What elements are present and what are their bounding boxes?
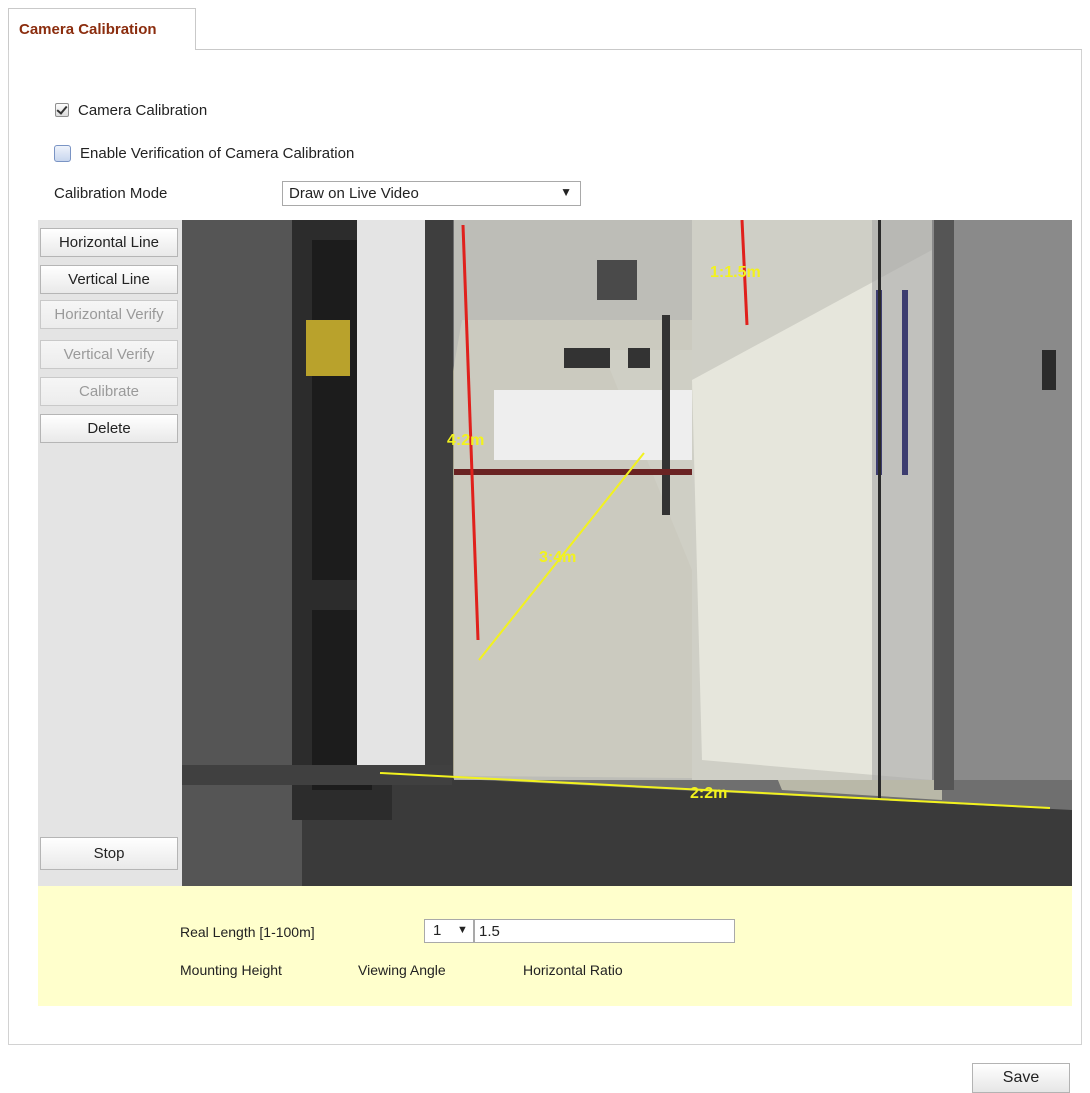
calibration-mode-select[interactable]: Draw on Live Video ▼ [282,181,581,206]
door-handle-right-2 [902,290,908,475]
line-label-2: 2:2m [690,785,727,802]
camera-calibration-checkbox[interactable] [55,103,69,117]
line-label-4: 4:2m [447,432,484,449]
delete-button[interactable]: Delete [40,414,178,443]
horizontal-line-button[interactable]: Horizontal Line [40,228,178,257]
vertical-line-button[interactable]: Vertical Line [40,265,178,294]
calibration-mode-value: Draw on Live Video [289,185,419,202]
enable-verification-label: Enable Verification of Camera Calibratio… [80,144,355,162]
keypad [1042,350,1056,390]
calibration-mode-label: Calibration Mode [54,185,168,202]
tab-label: Camera Calibration [19,21,157,38]
door-edge [878,220,881,800]
calibrate-button[interactable]: Calibrate [40,377,178,406]
camera-calibration-label: Camera Calibration [78,101,208,119]
right-door-frame [934,220,954,790]
yellow-sign [306,320,350,376]
mounting-height-label: Mounting Height [180,962,282,978]
camera-calibration-option[interactable]: Camera Calibration [55,99,207,121]
line-label-3: 3:4m [539,549,576,566]
wall-sign [597,260,637,300]
glass-door-left [454,220,694,780]
door-handle-left [662,315,670,515]
chevron-down-icon: ▼ [457,924,468,936]
stop-button[interactable]: Stop [40,837,178,870]
tool-panel: Horizontal Line Vertical Line Horizontal… [38,220,182,886]
chevron-down-icon: ▼ [560,185,572,199]
line-index-select[interactable]: 1 ▼ [424,919,474,943]
viewing-angle-label: Viewing Angle [358,962,446,978]
tab-bar: Camera Calibration [8,0,1082,50]
horizontal-ratio-label: Horizontal Ratio [523,962,623,978]
video-frame[interactable]: 1:1.5m 4:2m 3:4m 2:2m [182,220,1072,886]
dark-plate-1 [564,348,610,368]
tab-camera-calibration[interactable]: Camera Calibration [8,8,196,50]
save-button[interactable]: Save [972,1063,1070,1093]
real-length-input[interactable] [474,919,735,943]
parameter-panel [38,886,1072,1006]
dark-plate-2 [628,348,650,368]
enable-verification-checkbox[interactable] [54,144,71,162]
vertical-verify-button[interactable]: Vertical Verify [40,340,178,369]
real-length-label: Real Length [1-100m] [180,924,315,940]
door-frame-left [425,220,453,780]
left-wall [182,220,302,886]
door-bar [454,469,692,475]
line-label-1: 1:1.5m [710,264,761,281]
enable-verification-option[interactable]: Enable Verification of Camera Calibratio… [54,142,354,164]
live-video[interactable]: 1:1.5m 4:2m 3:4m 2:2m [182,220,1072,886]
line-index-value: 1 [433,922,442,939]
horizontal-verify-button[interactable]: Horizontal Verify [40,300,178,329]
